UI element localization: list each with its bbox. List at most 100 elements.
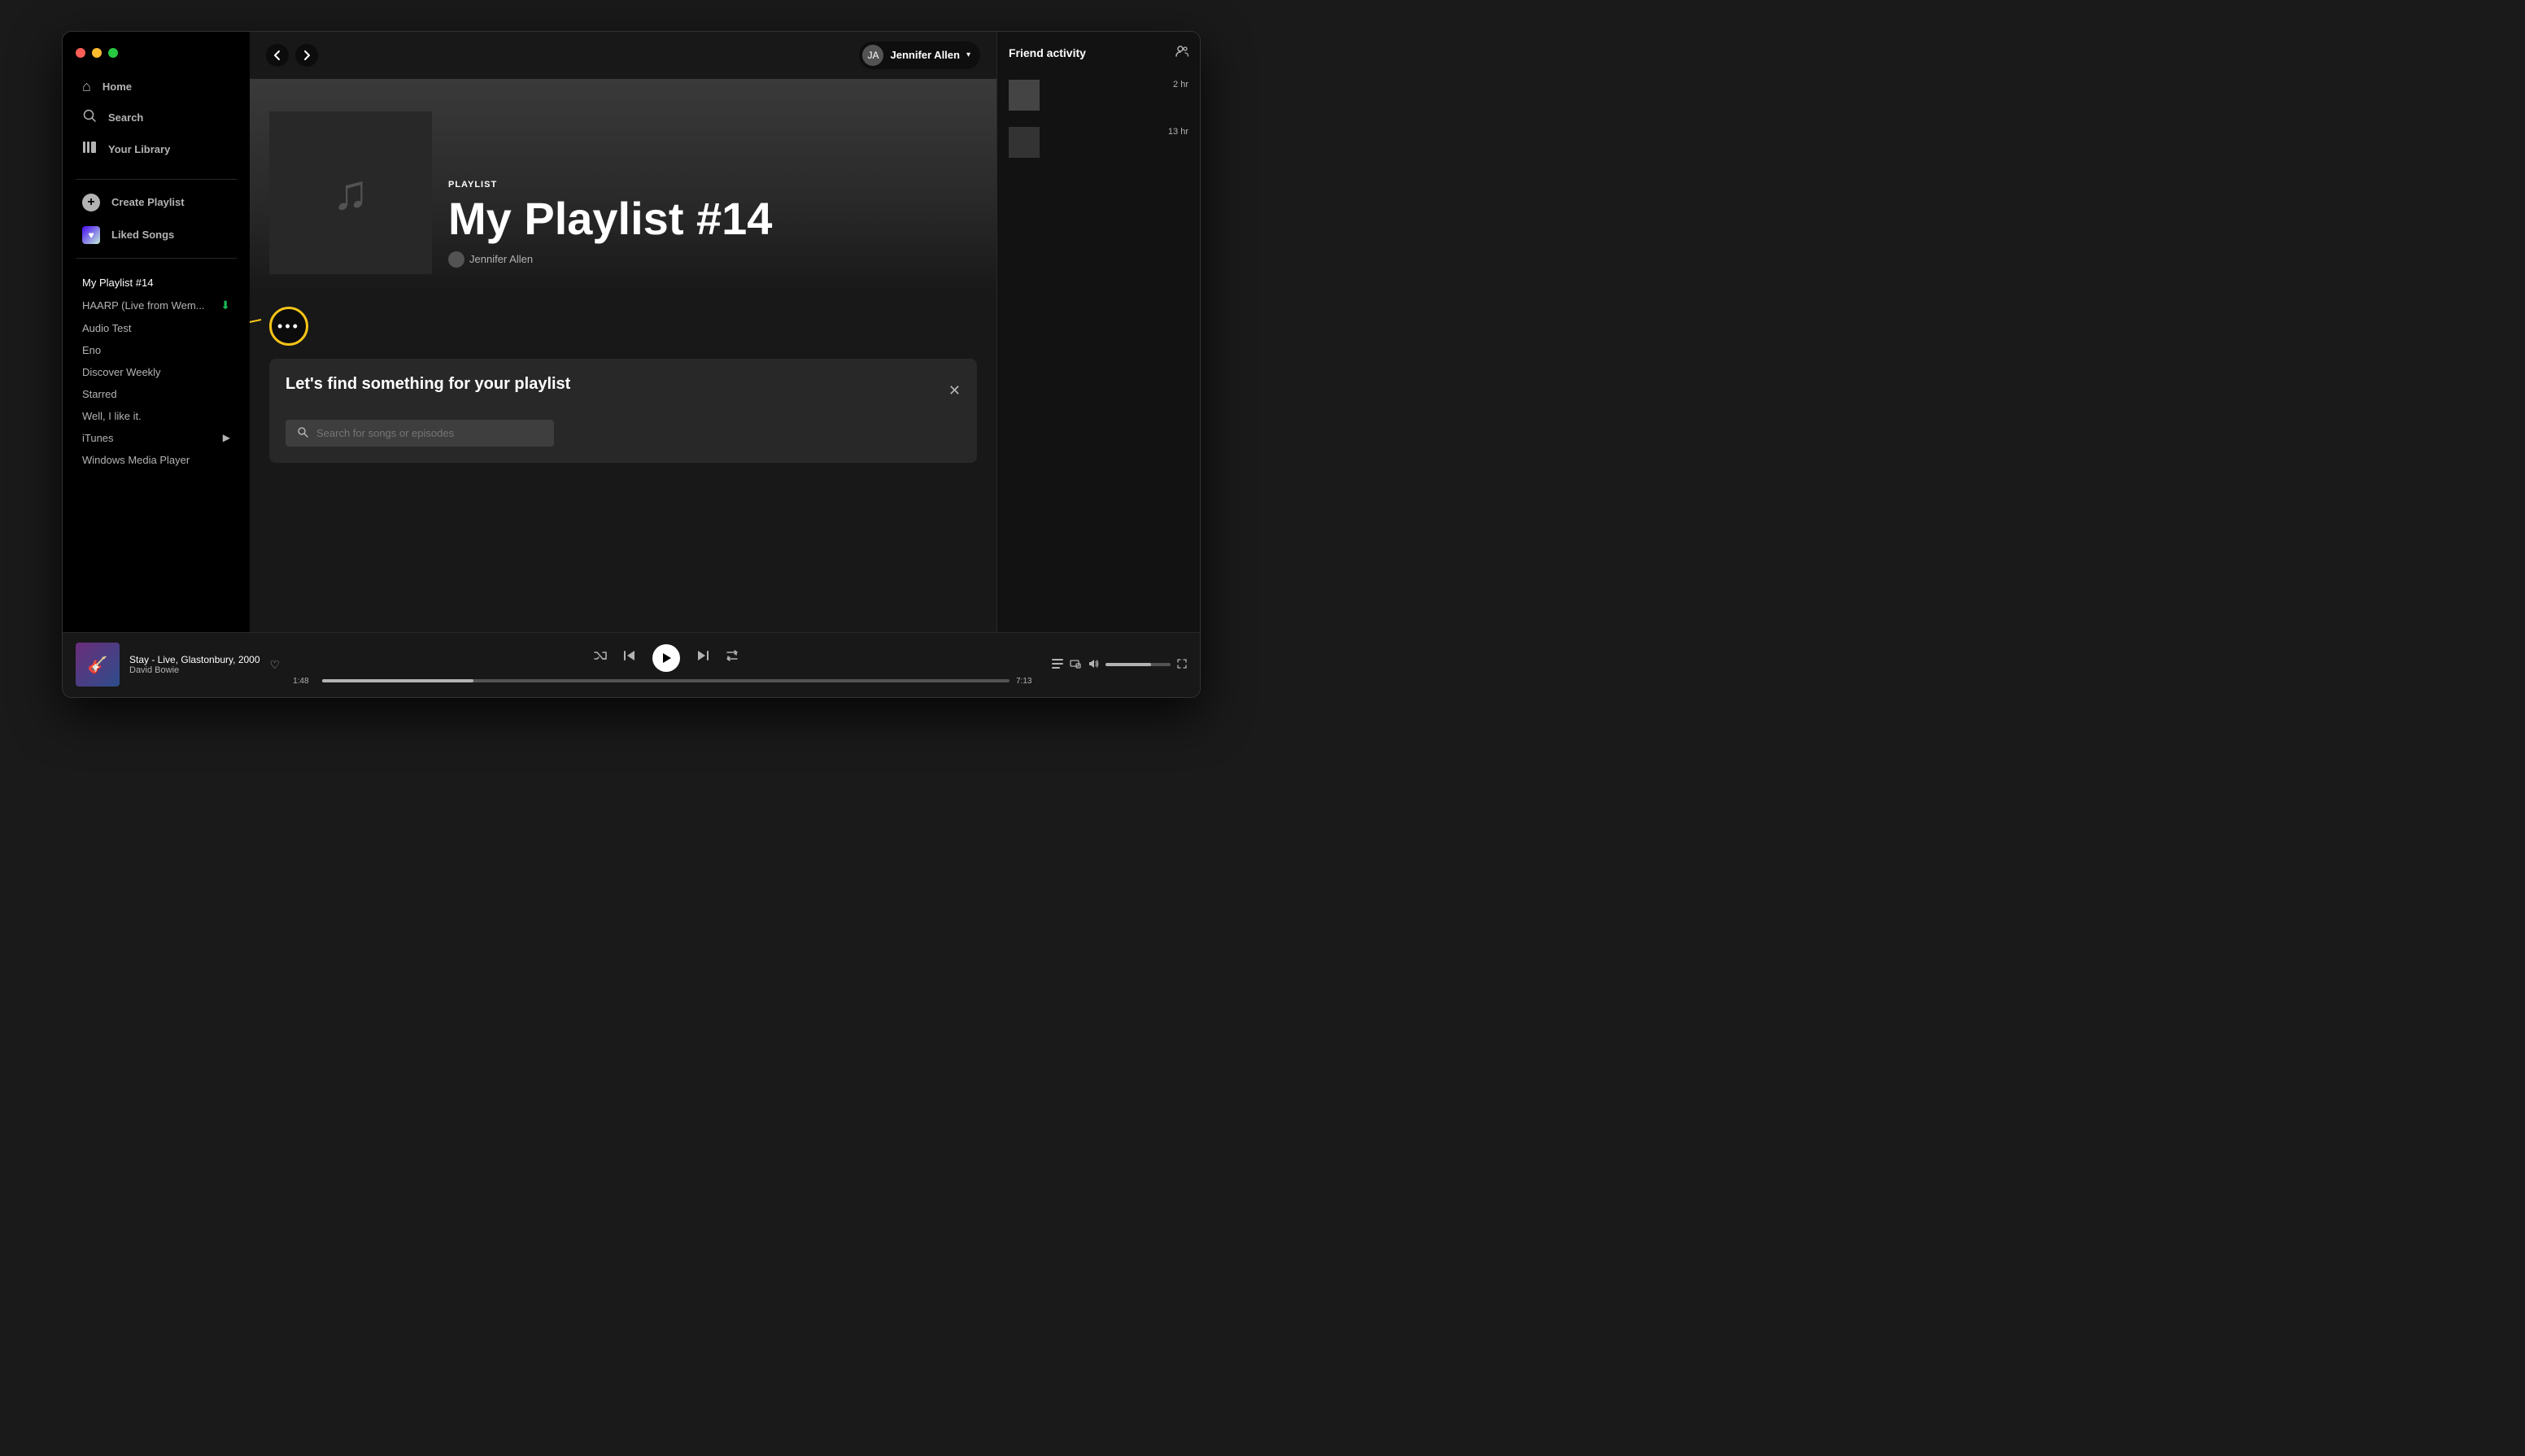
sidebar-item-label: Home [102, 81, 132, 93]
sidebar-item-library[interactable]: Your Library [69, 134, 243, 164]
annotation-area: ••• [269, 307, 308, 346]
arrow-right-icon: ▶ [223, 432, 230, 443]
main-area: ⌂ Home Search [63, 32, 1200, 632]
playlist-list: My Playlist #14 HAARP (Live from Wem... … [63, 265, 250, 477]
control-buttons [594, 644, 739, 672]
friend-item-2: 13 hr [997, 119, 1200, 166]
playlist-item-starred[interactable]: Starred [63, 383, 250, 405]
liked-songs-icon: ♥ [82, 226, 100, 244]
progress-fill [322, 679, 473, 682]
song-search-input[interactable] [316, 427, 543, 439]
forward-button[interactable] [295, 44, 318, 67]
playlist-item-my-playlist-14[interactable]: My Playlist #14 [63, 272, 250, 294]
sidebar-item-label: Search [108, 111, 143, 124]
track-name: Stay - Live, Glastonbury, 2000 [129, 654, 260, 665]
friend-album-art-2 [1009, 127, 1040, 158]
topbar: JA Jennifer Allen ▾ [250, 32, 996, 79]
volume-icon[interactable] [1088, 658, 1099, 672]
nav-buttons [266, 44, 318, 67]
liked-songs-label: Liked Songs [111, 229, 174, 241]
player-bar: 🎸 Stay - Live, Glastonbury, 2000 David B… [63, 632, 1200, 697]
user-avatar: JA [862, 45, 883, 66]
devices-icon[interactable] [1070, 658, 1081, 672]
friend-activity-icon[interactable] [1175, 45, 1188, 62]
chevron-down-icon: ▾ [966, 50, 970, 59]
friend-activity-header: Friend activity [997, 32, 1200, 72]
time-current: 1:48 [293, 677, 316, 686]
find-section: Let's find something for your playlist ✕ [269, 359, 977, 463]
friend-time-2: 13 hr [1168, 127, 1188, 137]
window-controls [63, 38, 250, 64]
extra-controls [1052, 658, 1081, 672]
app-window: ⌂ Home Search [62, 31, 1201, 698]
create-playlist-button[interactable]: + Create Playlist [69, 188, 243, 217]
playlist-header: ♫ PLAYLIST My Playlist #14 Jennifer Alle… [250, 79, 996, 294]
time-total: 7:13 [1016, 677, 1039, 686]
find-section-close-button[interactable]: ✕ [949, 382, 961, 399]
now-playing: 🎸 Stay - Live, Glastonbury, 2000 David B… [76, 643, 280, 687]
playlist-item-eno[interactable]: Eno [63, 339, 250, 361]
repeat-button[interactable] [726, 649, 739, 666]
playlist-item-audio-test[interactable]: Audio Test [63, 317, 250, 339]
playlist-item-itunes[interactable]: iTunes ▶ [63, 427, 250, 449]
sidebar-item-label: Your Library [108, 143, 170, 155]
playlist-item-windows-media-player[interactable]: Windows Media Player [63, 449, 250, 471]
sidebar-divider-2 [76, 258, 237, 259]
owner-avatar [448, 251, 464, 268]
download-icon: ⬇ [220, 299, 230, 312]
playlist-item-well-i-like-it[interactable]: Well, I like it. [63, 405, 250, 427]
library-icon [82, 140, 97, 159]
search-icon-small [297, 426, 308, 440]
maximize-button[interactable] [108, 48, 118, 58]
sidebar: ⌂ Home Search [63, 32, 250, 632]
volume-fill [1106, 663, 1151, 666]
create-playlist-label: Create Playlist [111, 196, 185, 208]
track-info: Stay - Live, Glastonbury, 2000 David Bow… [129, 654, 260, 675]
progress-area: 1:48 7:13 [293, 677, 1039, 686]
playlist-item-discover-weekly[interactable]: Discover Weekly [63, 361, 250, 383]
user-avatar-initials: JA [867, 50, 879, 61]
play-pause-button[interactable] [652, 644, 680, 672]
playlist-owner: Jennifer Allen [469, 253, 533, 265]
actions-bar: ••• [250, 294, 996, 359]
close-button[interactable] [76, 48, 85, 58]
sidebar-item-home[interactable]: ⌂ Home [69, 72, 243, 101]
create-playlist-icon: + [82, 194, 100, 211]
search-icon [82, 108, 97, 127]
previous-button[interactable] [623, 649, 636, 666]
volume-area [1052, 658, 1187, 672]
track-artist: David Bowie [129, 665, 260, 675]
progress-bar[interactable] [322, 679, 1010, 682]
queue-icon[interactable] [1052, 658, 1063, 672]
fullscreen-icon[interactable] [1177, 659, 1187, 671]
playlist-cover-art: ♫ [269, 111, 432, 274]
sidebar-item-search[interactable]: Search [69, 102, 243, 133]
liked-songs-button[interactable]: ♥ Liked Songs [69, 220, 243, 250]
content-scroll[interactable]: ♫ PLAYLIST My Playlist #14 Jennifer Alle… [250, 79, 996, 632]
find-section-title: Let's find something for your playlist [286, 375, 570, 394]
playlist-type-label: PLAYLIST [448, 180, 977, 190]
more-options-button[interactable]: ••• [269, 307, 308, 346]
back-button[interactable] [266, 44, 289, 67]
content-area: JA Jennifer Allen ▾ ♫ PLAYLIST My Playli… [250, 32, 996, 632]
user-name: Jennifer Allen [890, 49, 959, 61]
track-thumbnail: 🎸 [76, 643, 120, 687]
right-panel: Friend activity 2 hr [996, 32, 1200, 632]
friend-item-1: 2 hr [997, 72, 1200, 119]
friend-time-1: 2 hr [1173, 80, 1188, 89]
volume-bar[interactable] [1106, 663, 1171, 666]
playlist-item-haarp[interactable]: HAARP (Live from Wem... ⬇ [63, 294, 250, 317]
minimize-button[interactable] [92, 48, 102, 58]
player-controls: 1:48 7:13 [293, 644, 1039, 686]
next-button[interactable] [696, 649, 709, 666]
heart-button[interactable]: ♡ [270, 658, 281, 672]
search-box[interactable] [286, 420, 554, 447]
track-thumb-img: 🎸 [76, 643, 120, 687]
playlist-title: My Playlist #14 [448, 196, 977, 242]
sidebar-nav: ⌂ Home Search [63, 64, 250, 172]
close-icon: ✕ [949, 382, 961, 399]
shuffle-button[interactable] [594, 649, 607, 666]
friend-album-art-1 [1009, 80, 1040, 111]
home-icon: ⌂ [82, 78, 91, 95]
user-menu[interactable]: JA Jennifer Allen ▾ [859, 41, 980, 69]
